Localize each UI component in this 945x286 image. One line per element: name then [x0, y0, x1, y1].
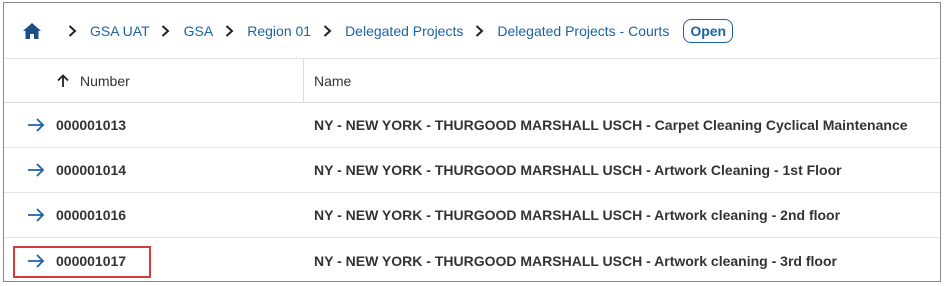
row-number: 000001014: [56, 162, 127, 178]
home-icon[interactable]: [22, 21, 42, 41]
table-row[interactable]: 000001017 NY - NEW YORK - THURGOOD MARSH…: [4, 238, 940, 283]
chevron-right-icon: [156, 24, 176, 37]
table-row[interactable]: 000001013 NY - NEW YORK - THURGOOD MARSH…: [4, 103, 940, 148]
row-number: 000001016: [56, 207, 127, 223]
row-name: NY - NEW YORK - THURGOOD MARSHALL USCH -…: [314, 207, 841, 223]
table-row[interactable]: 000001014 NY - NEW YORK - THURGOOD MARSH…: [4, 148, 940, 193]
chevron-right-icon: [219, 24, 239, 37]
arrow-up-icon: [56, 73, 70, 88]
column-header-name[interactable]: Name: [304, 59, 351, 102]
column-header-number-label: Number: [80, 72, 130, 89]
row-name: NY - NEW YORK - THURGOOD MARSHALL USCH -…: [314, 162, 842, 178]
breadcrumb-item-delegated-projects-courts[interactable]: Delegated Projects - Courts: [497, 23, 669, 39]
chevron-right-icon: [469, 24, 489, 37]
breadcrumb-item-region[interactable]: Region 01: [247, 23, 311, 39]
arrow-right-icon[interactable]: [26, 115, 46, 135]
row-name: NY - NEW YORK - THURGOOD MARSHALL USCH -…: [314, 252, 837, 269]
column-header-number[interactable]: Number: [4, 59, 304, 102]
status-badge: Open: [683, 18, 734, 43]
highlight-box: [13, 245, 151, 278]
table-row[interactable]: 000001016 NY - NEW YORK - THURGOOD MARSH…: [4, 193, 940, 238]
project-list-panel: GSA UAT GSA Region 01 Delegated Projects…: [3, 2, 941, 282]
chevron-right-icon: [317, 24, 337, 37]
arrow-right-icon[interactable]: [26, 205, 46, 225]
table-header: Number Name: [4, 59, 940, 103]
breadcrumb: GSA UAT GSA Region 01 Delegated Projects…: [4, 3, 940, 59]
column-header-name-label: Name: [314, 72, 352, 89]
breadcrumb-item-delegated-projects[interactable]: Delegated Projects: [345, 23, 463, 39]
arrow-right-icon[interactable]: [26, 160, 46, 180]
chevron-right-icon: [62, 24, 82, 37]
breadcrumb-item-gsa[interactable]: GSA: [184, 23, 214, 39]
row-number: 000001013: [56, 117, 127, 133]
row-name: NY - NEW YORK - THURGOOD MARSHALL USCH -…: [314, 117, 908, 133]
breadcrumb-item-gsa-uat[interactable]: GSA UAT: [90, 23, 150, 39]
